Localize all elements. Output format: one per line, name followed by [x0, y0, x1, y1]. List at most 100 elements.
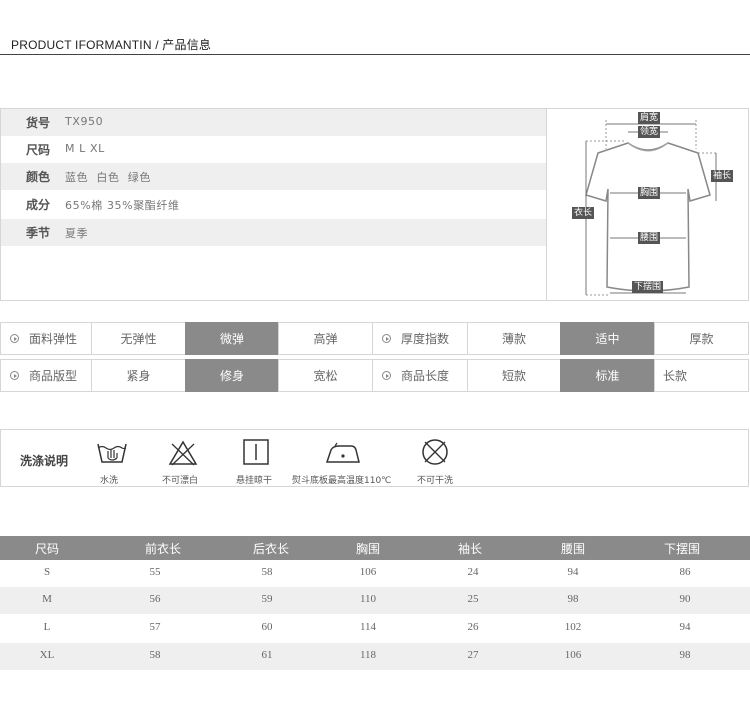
- table-cell: 26: [467, 621, 479, 633]
- info-key: 尺码: [26, 143, 51, 157]
- size-table-header-cell: 后衣长: [252, 542, 289, 556]
- table-cell: 102: [564, 621, 582, 633]
- table-cell: L: [43, 621, 51, 633]
- diagram-label-length: 衣长: [572, 207, 595, 219]
- info-row-season: 季节 夏季: [1, 219, 546, 246]
- no-tumble-dry-icon: [422, 439, 448, 465]
- wash-label: 水洗: [100, 476, 119, 486]
- diagram-label-waist: 腰围: [638, 232, 661, 244]
- info-value: 夏季: [65, 227, 89, 240]
- attr-option-selected: 修身: [185, 359, 279, 392]
- attr-label-text: 商品长度: [401, 369, 450, 383]
- attr-option: 高弹: [278, 322, 373, 355]
- table-cell: 61: [261, 649, 273, 661]
- arrow-circle-icon: [382, 334, 391, 343]
- info-key: 成分: [26, 198, 51, 212]
- attr-option: 短款: [467, 359, 561, 392]
- wash-label: 不可干洗: [417, 476, 454, 486]
- table-cell: 106: [564, 649, 582, 661]
- attr-option: 厚款: [654, 322, 749, 355]
- table-cell: 114: [359, 621, 377, 633]
- table-cell: 25: [467, 593, 479, 605]
- info-key: 货号: [26, 116, 51, 130]
- iron-icon: [325, 442, 360, 463]
- table-cell: 56: [149, 593, 161, 605]
- attr-option: 紧身: [91, 359, 186, 392]
- attr-label-length: 商品长度: [372, 359, 468, 392]
- table-cell: 94: [567, 566, 579, 578]
- table-cell: 98: [567, 593, 579, 605]
- attr-label-fit: 商品版型: [0, 359, 92, 392]
- wash-title: 洗涤说明: [20, 454, 69, 468]
- attr-option: 宽松: [278, 359, 373, 392]
- attr-label-text: 商品版型: [29, 369, 78, 383]
- size-table-header: 尺码 前衣长 后衣长 胸围 袖长 腰围 下摆围: [0, 536, 750, 560]
- arrow-circle-icon: [10, 334, 19, 343]
- arrow-circle-icon: [382, 371, 391, 380]
- info-row-color: 颜色 蓝色 白色 绿色: [1, 163, 546, 190]
- attr-option: 无弹性: [91, 322, 186, 355]
- table-cell: 59: [261, 593, 273, 605]
- info-value: 65%棉 35%聚酯纤维: [65, 199, 180, 212]
- table-cell: S: [43, 566, 51, 578]
- table-cell: 86: [679, 566, 691, 578]
- table-cell: 98: [679, 649, 691, 661]
- size-table-header-cell: 腰围: [560, 542, 585, 556]
- table-cell: 58: [149, 649, 161, 661]
- attr-option: 薄款: [467, 322, 561, 355]
- info-value: TX950: [65, 115, 104, 128]
- info-key: 颜色: [26, 170, 51, 184]
- table-row: XL 58 61 118 27 106 98: [0, 643, 750, 670]
- table-cell: 106: [359, 566, 377, 578]
- table-cell: 118: [359, 649, 377, 661]
- hand-wash-icon: [97, 443, 127, 463]
- table-cell: 58: [261, 566, 273, 578]
- attr-option-selected: 标准: [560, 359, 655, 392]
- size-table-header-cell: 尺码: [34, 542, 59, 556]
- info-row-material: 成分 65%棉 35%聚酯纤维: [1, 191, 546, 218]
- table-row: M 56 59 110 25 98 90: [0, 587, 750, 614]
- attr-label-elasticity: 面料弹性: [0, 322, 92, 355]
- diagram-label-shoulder: 肩宽: [638, 112, 661, 124]
- attr-option-selected: 微弹: [185, 322, 279, 355]
- page-title: PRODUCT IFORMANTIN / 产品信息: [11, 38, 212, 52]
- attr-option-selected: 适中: [560, 322, 655, 355]
- arrow-circle-icon: [10, 371, 19, 380]
- table-cell: 24: [467, 566, 479, 578]
- wash-label: 不可漂白: [162, 476, 199, 486]
- info-value: M L XL: [65, 142, 105, 155]
- table-cell: 57: [149, 621, 161, 633]
- wash-label: 悬挂晾干: [236, 476, 273, 486]
- hang-dry-icon: [243, 439, 269, 465]
- table-cell: 110: [359, 593, 377, 605]
- info-row-sku: 货号 TX950: [1, 109, 546, 136]
- attr-option: 长款: [654, 359, 749, 392]
- size-table-header-cell: 前衣长: [144, 542, 181, 556]
- wash-label: 熨斗底板最高温度110℃: [292, 476, 392, 486]
- diagram-label-chest: 胸围: [638, 187, 661, 199]
- attr-label-text: 面料弹性: [29, 332, 78, 346]
- info-value: 蓝色 白色 绿色: [65, 171, 151, 184]
- table-row: S 55 58 106 24 94 86: [0, 560, 750, 587]
- table-cell: 27: [467, 649, 479, 661]
- no-bleach-icon: [168, 440, 198, 466]
- info-key: 季节: [26, 226, 51, 240]
- diagram-label-sleeve: 袖长: [711, 170, 734, 182]
- table-row: L 57 60 114 26 102 94: [0, 615, 750, 642]
- tshirt-measurement-diagram: 肩宽 领宽 袖长 胸围 衣长 腰围 下摆围: [548, 109, 748, 300]
- table-cell: 90: [679, 593, 691, 605]
- table-cell: XL: [39, 649, 55, 661]
- header-divider: [0, 54, 750, 55]
- info-divider: [546, 109, 547, 300]
- attr-label-thickness: 厚度指数: [372, 322, 468, 355]
- info-row-size: 尺码 M L XL: [1, 136, 546, 163]
- table-cell: 60: [261, 621, 273, 633]
- size-table-header-cell: 胸围: [355, 542, 380, 556]
- table-cell: M: [42, 593, 52, 605]
- table-cell: 94: [679, 621, 691, 633]
- size-table-header-cell: 下摆围: [663, 542, 700, 556]
- diagram-label-collar: 领宽: [638, 126, 661, 138]
- attr-label-text: 厚度指数: [401, 332, 450, 346]
- table-cell: 55: [149, 566, 161, 578]
- size-table-header-cell: 袖长: [457, 542, 482, 556]
